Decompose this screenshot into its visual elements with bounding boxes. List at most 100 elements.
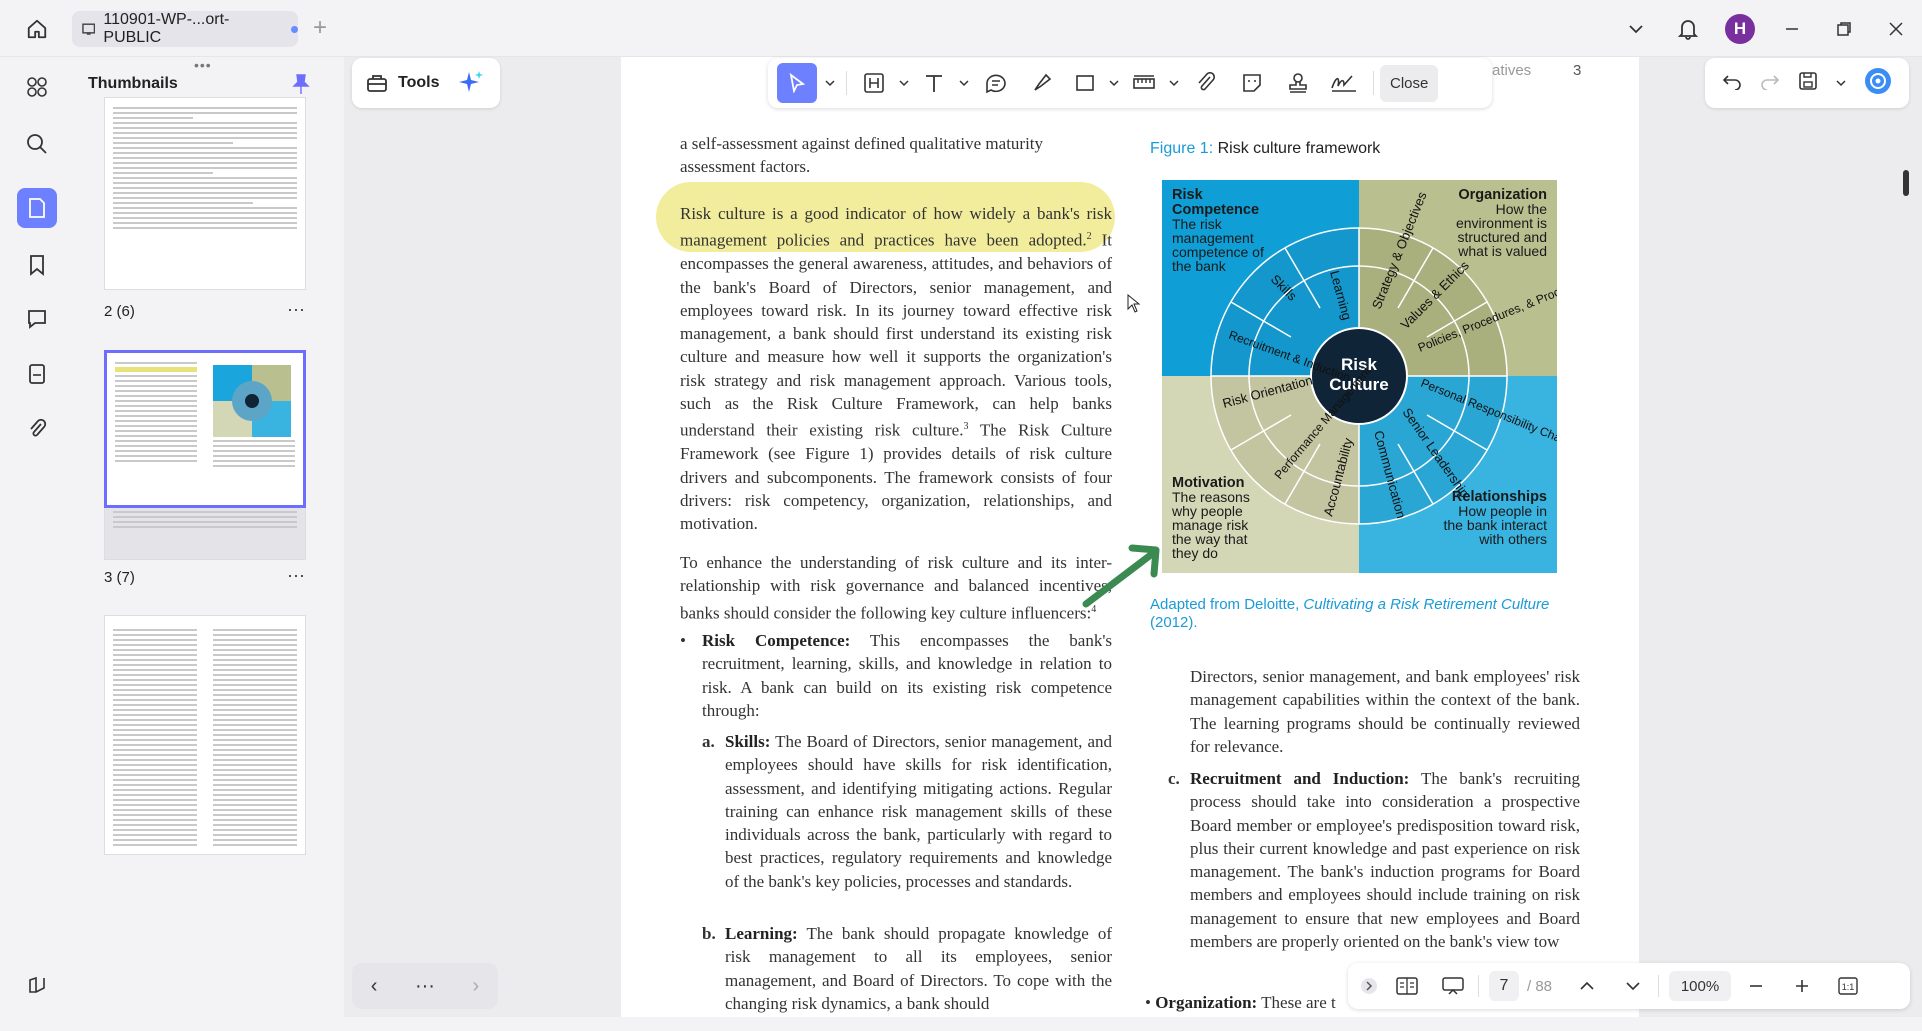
sticker-icon <box>1243 74 1261 92</box>
prev-page-button[interactable]: ‹ <box>371 975 378 998</box>
document-tab[interactable]: 110901-WP-...ort-PUBLIC <box>72 11 299 47</box>
tools-button[interactable]: Tools <box>352 58 500 108</box>
actual-size-icon: 1:1 <box>1838 977 1858 995</box>
vertical-scrollbar[interactable] <box>1903 170 1909 196</box>
account-button[interactable]: H <box>1714 0 1766 57</box>
item-skills: a. Skills: The Board of Directors, senio… <box>702 732 1112 891</box>
signature-tool[interactable] <box>1324 63 1364 103</box>
highlighter-tool[interactable] <box>1022 63 1062 103</box>
page-total: / 88 <box>1527 977 1553 995</box>
two-page-icon <box>1396 977 1418 995</box>
chevron-down-icon <box>1629 24 1643 33</box>
quadrant-desc: The reasons why people manage risk the w… <box>1172 489 1250 561</box>
thumbnails-button[interactable] <box>17 188 57 228</box>
thumbnail-more-button[interactable]: ··· <box>287 299 305 320</box>
sticker-tool[interactable] <box>1232 63 1272 103</box>
select-tool[interactable] <box>777 63 817 103</box>
home-button[interactable] <box>20 14 54 44</box>
chevron-up-icon <box>1580 981 1594 990</box>
apps-button[interactable] <box>17 67 57 107</box>
avatar: H <box>1725 13 1755 44</box>
zoom-out-button[interactable] <box>1735 968 1777 1004</box>
chevron-down-icon <box>1109 80 1119 87</box>
save-button[interactable] <box>1798 71 1818 96</box>
settings-panel-button[interactable] <box>17 965 57 1005</box>
attach-tool[interactable] <box>1186 63 1226 103</box>
stamp-tool[interactable] <box>1278 63 1318 103</box>
select-dropdown[interactable] <box>823 63 837 103</box>
next-page-button[interactable] <box>1612 968 1654 1004</box>
actual-size-button[interactable]: 1:1 <box>1827 968 1869 1004</box>
redo-button[interactable] <box>1760 72 1780 95</box>
page-number-input[interactable]: 7 <box>1489 971 1519 1001</box>
shape-tool[interactable] <box>1068 63 1102 103</box>
select-icon <box>789 73 806 93</box>
thumbnail-page-7[interactable] <box>104 350 306 508</box>
text-tool[interactable] <box>916 63 952 103</box>
shape-dropdown[interactable] <box>1108 63 1120 103</box>
bookmarks-button[interactable] <box>17 245 57 285</box>
measure-tool[interactable] <box>1126 63 1162 103</box>
item-heading: Skills: <box>725 732 771 751</box>
stamp-icon <box>1289 73 1307 93</box>
bell-icon <box>1678 19 1698 40</box>
page-icon <box>29 198 45 218</box>
highlighted-sentence: Risk culture is a good indicator of how … <box>680 204 1112 250</box>
footnote-3: 3 <box>963 421 969 433</box>
undo-button[interactable] <box>1722 72 1742 95</box>
close-toolbar-button[interactable]: Close <box>1380 64 1439 102</box>
text-dropdown[interactable] <box>958 63 970 103</box>
minimize-button[interactable] <box>1766 0 1818 57</box>
presentation-button[interactable] <box>1432 968 1474 1004</box>
quadrant-desc: The risk management competence of the ba… <box>1172 216 1264 274</box>
text-box-tool[interactable] <box>856 63 892 103</box>
prev-page-button[interactable] <box>1566 968 1608 1004</box>
measure-dropdown[interactable] <box>1168 63 1180 103</box>
text-box-dropdown[interactable] <box>898 63 910 103</box>
collapse-bar-button[interactable] <box>1356 968 1382 1004</box>
item-text: The bank's recruiting process should tak… <box>1190 769 1580 952</box>
bullet-text: These are t <box>1261 993 1336 1012</box>
status-strip <box>0 1017 1922 1031</box>
chevron-down-icon <box>1836 80 1846 87</box>
tabs-dropdown-button[interactable] <box>1610 0 1662 57</box>
paragraph-learning-cont: Directors, senior management, and bank e… <box>1190 667 1580 756</box>
more-button[interactable]: ··· <box>415 975 435 998</box>
toolbox-icon <box>367 75 387 92</box>
chevron-down-icon <box>1626 982 1640 991</box>
next-page-button[interactable]: › <box>473 975 480 998</box>
figure-source: Adapted from Deloitte, Cultivating a Ris… <box>1150 596 1570 632</box>
ruler-icon <box>1133 75 1155 89</box>
search-button[interactable] <box>17 124 57 164</box>
thumbnail-page-6[interactable] <box>104 97 306 290</box>
undo-icon <box>1722 74 1741 91</box>
zoom-in-button[interactable] <box>1781 968 1823 1004</box>
new-tab-button[interactable]: + <box>313 14 327 42</box>
zoom-level[interactable]: 100% <box>1669 971 1732 1001</box>
comments-button[interactable] <box>17 299 57 339</box>
save-dropdown[interactable] <box>1836 74 1846 92</box>
minus-icon <box>1750 985 1763 987</box>
text-icon <box>926 75 942 92</box>
thumbnail-nav: ‹ ··· › <box>352 963 498 1009</box>
pin-button[interactable] <box>292 73 310 100</box>
mouse-cursor-icon <box>1127 294 1141 313</box>
ai-sparkle-icon[interactable] <box>459 70 485 96</box>
tab-title: 110901-WP-...ort-PUBLIC <box>103 11 230 46</box>
quadrant-tr-text: Organization How the environment is struc… <box>1437 187 1547 258</box>
close-window-button[interactable] <box>1870 0 1922 57</box>
notifications-button[interactable] <box>1662 0 1714 57</box>
thumbnail-more-button[interactable]: ··· <box>287 565 305 586</box>
signature-icon <box>1331 75 1356 92</box>
maximize-button[interactable] <box>1818 0 1870 57</box>
item-recruitment: c. Recruitment and Induction: The bank's… <box>1168 769 1580 952</box>
ai-assistant-button[interactable] <box>1864 67 1892 100</box>
figure-title: Risk culture framework <box>1217 140 1381 157</box>
attach-button[interactable] <box>17 409 57 449</box>
page-layout-button[interactable] <box>1386 968 1428 1004</box>
panel-grip[interactable]: ••• <box>194 57 212 73</box>
attachments-panel-button[interactable] <box>17 354 57 394</box>
thumbnail-page-8[interactable] <box>104 615 306 855</box>
paragraph-enhance: To enhance the understanding of risk cul… <box>680 551 1112 625</box>
comment-tool[interactable] <box>976 63 1016 103</box>
